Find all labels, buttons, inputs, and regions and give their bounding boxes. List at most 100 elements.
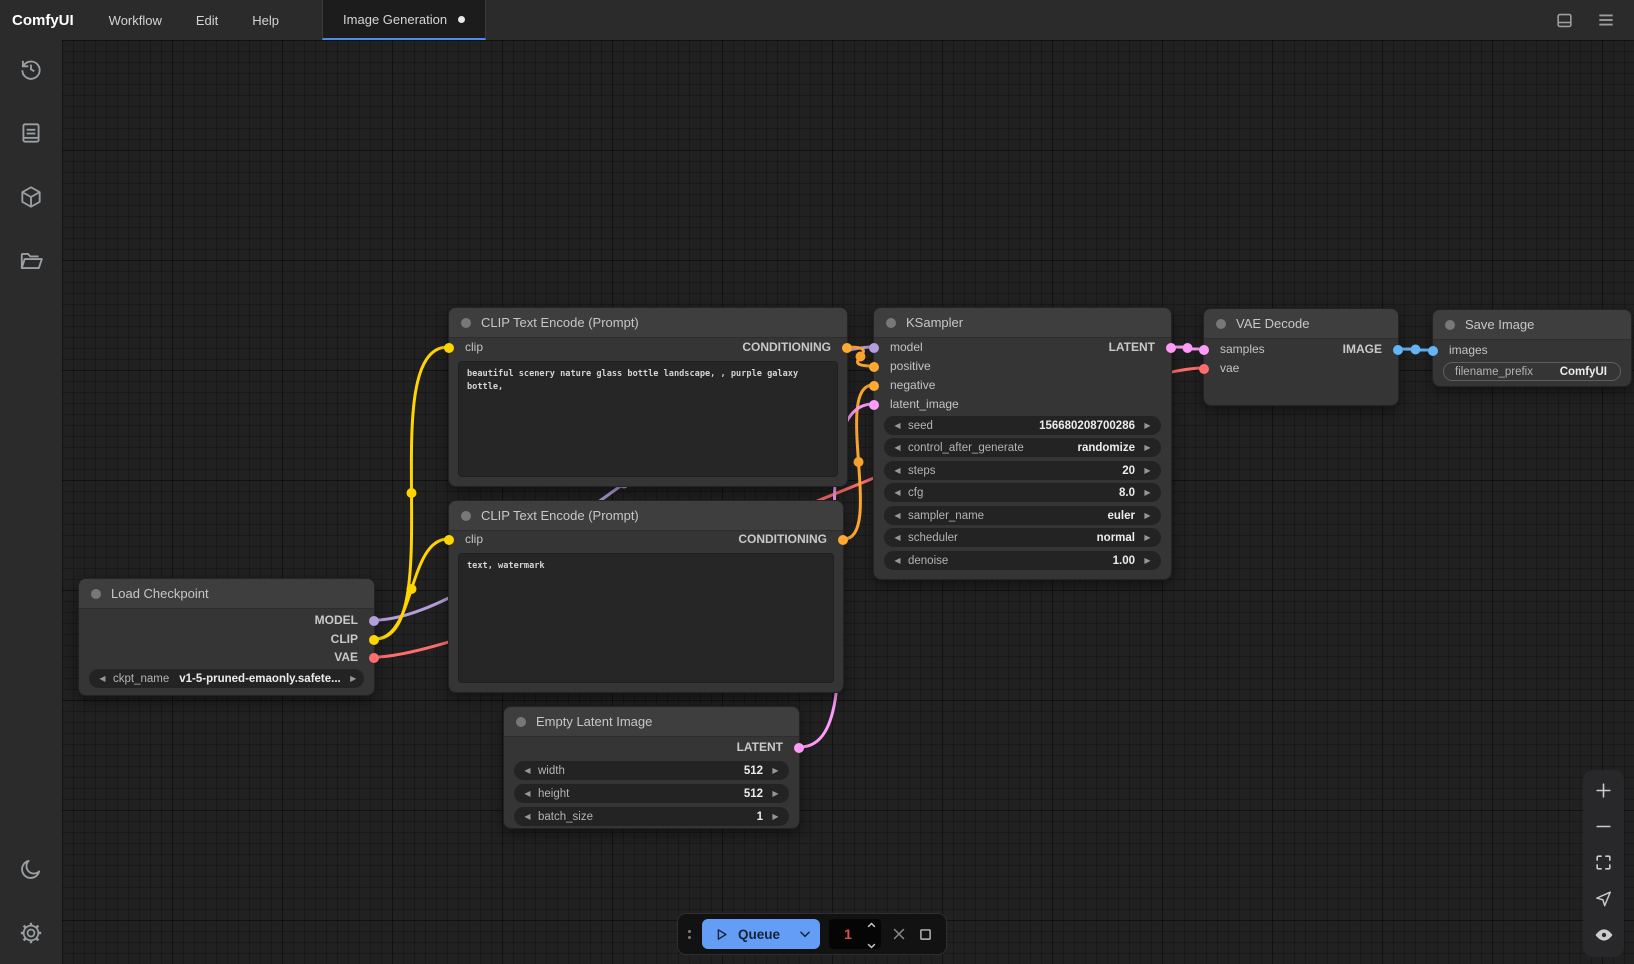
node-vae-decode[interactable]: VAE DecodesamplesvaeIMAGE [1203,308,1399,406]
input-slot-images[interactable] [1428,346,1438,356]
queue-bar-drag-handle[interactable] [686,930,693,939]
prompt-textarea[interactable]: text, watermark [458,553,834,683]
menu-edit[interactable]: Edit [179,0,235,40]
widget-decrement-arrow[interactable]: ◀ [891,461,904,480]
workflows-icon[interactable] [18,248,44,274]
menu-workflow[interactable]: Workflow [92,0,179,40]
node-header[interactable]: VAE Decode [1204,309,1398,339]
input-slot-positive[interactable] [869,362,879,372]
input-slot-model[interactable] [869,343,879,353]
widget-steps[interactable]: ◀steps20▶ [884,461,1161,480]
widget-increment-arrow[interactable]: ▶ [1141,483,1154,502]
bottom-panel-toggle-icon[interactable] [1555,11,1574,30]
widget-denoise[interactable]: ◀denoise1.00▶ [884,551,1161,570]
widget-increment-arrow[interactable]: ▶ [347,669,360,688]
node-header[interactable]: Save Image [1433,310,1631,340]
node-empty-latent-image[interactable]: Empty Latent ImageLATENT◀width512▶◀heigh… [503,706,800,829]
link-midpoint-dot[interactable] [856,352,866,362]
widget-decrement-arrow[interactable]: ◀ [521,784,534,803]
widget-filename_prefix[interactable]: filename_prefixComfyUI [1443,362,1621,381]
widget-height[interactable]: ◀height512▶ [514,784,789,803]
widget-increment-arrow[interactable]: ▶ [1141,528,1154,547]
widget-cfg[interactable]: ◀cfg8.0▶ [884,483,1161,502]
input-slot-samples[interactable] [1199,345,1209,355]
node-clip-text-encode-negative[interactable]: CLIP Text Encode (Prompt)clipCONDITIONIN… [448,500,844,693]
widget-decrement-arrow[interactable]: ◀ [891,416,904,435]
output-slot-VAE[interactable] [369,653,379,663]
node-save-image[interactable]: Save Imageimagesfilename_prefixComfyUI [1432,309,1632,387]
node-ksampler[interactable]: KSamplermodelpositivenegativelatent_imag… [873,307,1172,580]
widget-decrement-arrow[interactable]: ◀ [521,807,534,826]
output-slot-CONDITIONING[interactable] [838,535,848,545]
node-library-icon[interactable] [18,120,44,146]
widget-decrement-arrow[interactable]: ◀ [96,669,109,688]
widget-decrement-arrow[interactable]: ◀ [891,483,904,502]
output-slot-CLIP[interactable] [369,635,379,645]
node-header[interactable]: KSampler [874,308,1171,338]
link-midpoint-dot[interactable] [407,488,417,498]
model-library-icon[interactable] [18,184,44,210]
widget-decrement-arrow[interactable]: ◀ [891,528,904,547]
select-mode-icon[interactable] [1594,889,1613,908]
prompt-textarea[interactable]: beautiful scenery nature glass bottle la… [458,361,838,477]
widget-sampler_name[interactable]: ◀sampler_nameeuler▶ [884,506,1161,525]
clear-queue-icon[interactable] [890,925,908,943]
widget-increment-arrow[interactable]: ▶ [769,807,782,826]
batch-count-decrement[interactable] [867,936,876,954]
output-slot-CONDITIONING[interactable] [842,343,852,353]
widget-decrement-arrow[interactable]: ◀ [891,506,904,525]
node-load-checkpoint[interactable]: Load CheckpointMODELCLIPVAE◀ckpt_namev1-… [78,578,375,696]
widget-increment-arrow[interactable]: ▶ [1141,416,1154,435]
widget-scheduler[interactable]: ◀schedulernormal▶ [884,528,1161,547]
widget-ckpt_name[interactable]: ◀ckpt_namev1-5-pruned-emaonly.safete...▶ [89,669,364,688]
output-slot-LATENT[interactable] [1166,343,1176,353]
queue-button[interactable]: Queue [702,919,820,949]
widget-control_after_generate[interactable]: ◀control_after_generaterandomize▶ [884,438,1161,457]
widget-increment-arrow[interactable]: ▶ [769,784,782,803]
link-midpoint-dot[interactable] [854,457,864,467]
input-slot-latent_image[interactable] [869,400,879,410]
node-clip-text-encode-positive[interactable]: CLIP Text Encode (Prompt)clipCONDITIONIN… [448,307,848,487]
widget-increment-arrow[interactable]: ▶ [1141,506,1154,525]
queue-options-chevron-icon[interactable] [798,927,812,941]
output-slot-MODEL[interactable] [369,616,379,626]
node-header[interactable]: CLIP Text Encode (Prompt) [449,308,847,338]
widget-seed[interactable]: ◀seed156680208700286▶ [884,416,1161,435]
link-midpoint-dot[interactable] [1411,345,1421,355]
widget-decrement-arrow[interactable]: ◀ [521,761,534,780]
link-midpoint-dot[interactable] [1183,343,1193,353]
node-header[interactable]: Empty Latent Image [504,707,799,737]
widget-decrement-arrow[interactable]: ◀ [891,438,904,457]
menu-help[interactable]: Help [235,0,296,40]
input-slot-negative[interactable] [869,381,879,391]
output-slot-LATENT[interactable] [794,743,804,753]
tab-image-generation[interactable]: Image Generation [322,0,486,40]
widget-batch_size[interactable]: ◀batch_size1▶ [514,807,789,826]
fit-view-icon[interactable] [1594,853,1613,872]
toggle-link-visibility-icon[interactable] [1594,925,1614,945]
widget-increment-arrow[interactable]: ▶ [1141,438,1154,457]
batch-count-increment[interactable] [867,915,876,933]
node-graph-canvas[interactable]: Load CheckpointMODELCLIPVAE◀ckpt_namev1-… [62,40,1634,964]
widget-decrement-arrow[interactable]: ◀ [891,551,904,570]
batch-count-input[interactable]: 1 [829,919,881,949]
queue-history-icon[interactable] [18,56,44,82]
theme-toggle-icon[interactable] [18,856,44,882]
link-midpoint-dot[interactable] [407,584,417,594]
widget-increment-arrow[interactable]: ▶ [1141,551,1154,570]
settings-icon[interactable] [18,920,44,946]
input-slot-vae[interactable] [1199,364,1209,374]
node-header[interactable]: Load Checkpoint [79,579,374,609]
menu-icon[interactable] [1596,10,1616,30]
input-slot-clip[interactable] [444,535,454,545]
widget-width[interactable]: ◀width512▶ [514,761,789,780]
output-slot-IMAGE[interactable] [1393,345,1403,355]
node-title: CLIP Text Encode (Prompt) [481,315,639,330]
zoom-out-icon[interactable] [1594,817,1613,836]
stop-icon[interactable] [917,926,934,943]
widget-increment-arrow[interactable]: ▶ [1141,461,1154,480]
node-header[interactable]: CLIP Text Encode (Prompt) [449,501,843,531]
input-slot-clip[interactable] [444,343,454,353]
widget-increment-arrow[interactable]: ▶ [769,761,782,780]
zoom-in-icon[interactable] [1594,781,1613,800]
